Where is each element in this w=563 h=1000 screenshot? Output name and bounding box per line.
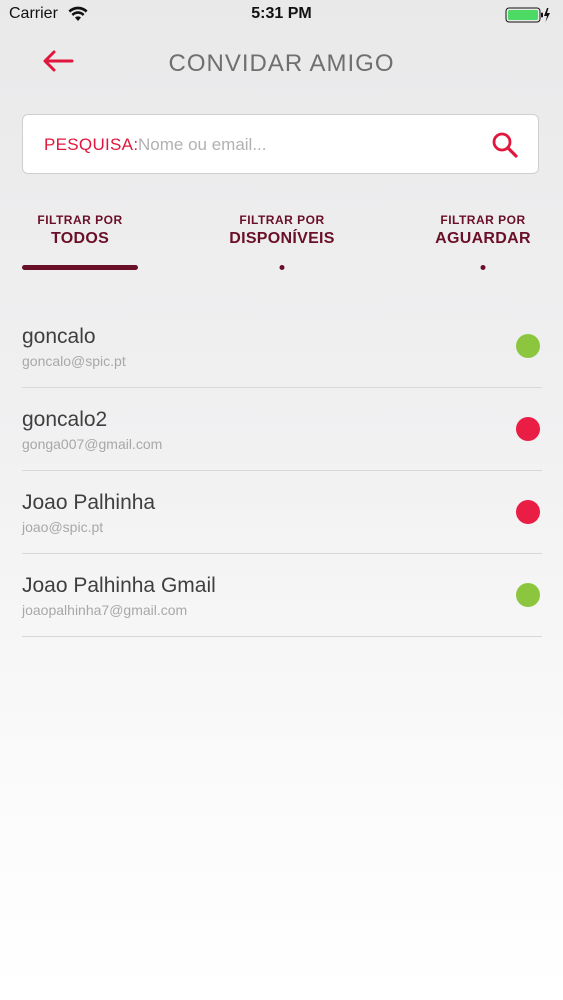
search-icon	[492, 132, 518, 158]
contact-email: goncalo@spic.pt	[22, 353, 126, 369]
contact-row[interactable]: Joao Palhinha joao@spic.pt	[22, 471, 542, 554]
status-dot-icon	[516, 583, 540, 607]
search-input[interactable]	[136, 129, 470, 161]
nav-bar: CONVIDAR AMIGO	[0, 40, 563, 88]
tab-todos-label: TODOS	[50, 230, 110, 247]
search-button[interactable]	[490, 130, 520, 160]
filter-tabs: FILTRAR POR TODOS FILTRAR POR DISPONÍVEI…	[0, 213, 563, 275]
contact-email: gonga007@gmail.com	[22, 436, 163, 452]
tab-todos[interactable]: FILTRAR POR TODOS	[22, 213, 138, 270]
status-dot-icon	[516, 417, 540, 441]
tab-aguardar-caption: FILTRAR POR	[440, 213, 526, 227]
contact-row[interactable]: Joao Palhinha Gmail joaopalhinha7@gmail.…	[22, 554, 542, 637]
search-bar: PESQUISA:	[22, 114, 539, 174]
status-time: 5:31 PM	[251, 5, 312, 22]
contact-list: goncalo goncalo@spic.pt goncalo2 gonga00…	[22, 305, 542, 637]
status-dot-icon	[516, 500, 540, 524]
tab-aguardar[interactable]: FILTRAR POR AGUARDAR	[424, 213, 542, 270]
tab-aguardar-label: AGUARDAR	[435, 230, 531, 247]
tab-dot-indicator	[480, 265, 486, 270]
contact-name: Joao Palhinha	[22, 491, 156, 514]
contact-name: Joao Palhinha Gmail	[22, 574, 216, 597]
contact-name: goncalo	[22, 325, 96, 348]
contact-row[interactable]: goncalo2 gonga007@gmail.com	[22, 388, 542, 471]
battery-icon	[505, 6, 551, 29]
tab-dot-indicator	[279, 265, 285, 270]
tab-disponiveis-caption: FILTRAR POR	[239, 213, 325, 227]
tab-todos-caption: FILTRAR POR	[37, 213, 123, 227]
contact-row[interactable]: goncalo goncalo@spic.pt	[22, 305, 542, 388]
contact-name: goncalo2	[22, 408, 108, 431]
page-title: CONVIDAR AMIGO	[168, 50, 395, 77]
status-bar: Carrier 5:31 PM	[0, 0, 563, 30]
tab-disponiveis[interactable]: FILTRAR POR DISPONÍVEIS	[212, 213, 352, 270]
tab-selected-indicator	[22, 265, 138, 270]
contact-email: joao@spic.pt	[22, 519, 104, 535]
contact-email: joaopalhinha7@gmail.com	[22, 602, 188, 618]
tab-disponiveis-label: DISPONÍVEIS	[229, 230, 335, 247]
search-label: PESQUISA:	[44, 135, 139, 154]
status-dot-icon	[516, 334, 540, 358]
